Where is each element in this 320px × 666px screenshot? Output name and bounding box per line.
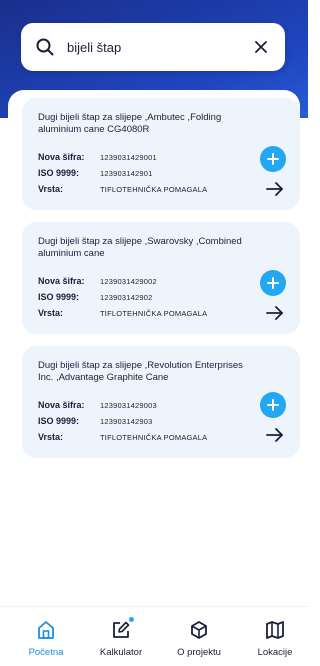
type-label: Vrsta: xyxy=(38,432,64,442)
cube-icon xyxy=(188,619,210,641)
iso-row: ISO 9999: 123903142902 xyxy=(38,292,152,302)
tab-label: Lokacije xyxy=(257,647,293,658)
iso-value: 123903142901 xyxy=(100,168,153,178)
iso-label: ISO 9999: xyxy=(38,416,80,426)
new-code-row: Nova šifra: 1239031429003 xyxy=(38,400,157,410)
result-card[interactable]: Dugi bijeli štap za slijepe ,Revolution … xyxy=(22,346,300,458)
home-icon xyxy=(35,619,57,641)
type-label: Vrsta: xyxy=(38,184,64,194)
tab-kalkulator[interactable]: Kalkulator xyxy=(86,607,156,666)
result-card[interactable]: Dugi bijeli štap za slijepe ,Swarovsky ,… xyxy=(22,222,300,334)
arrow-right-icon xyxy=(266,428,283,442)
result-title: Dugi bijeli štap za slijepe ,Revolution … xyxy=(38,360,243,383)
type-value: TIFLOTEHNIČKA POMAGALA xyxy=(100,184,208,194)
add-button[interactable] xyxy=(260,146,286,172)
bottom-tab-bar: Početna Kalkulator O projektu Lokacije xyxy=(0,606,308,666)
edit-icon xyxy=(110,617,134,641)
tab-lokacije[interactable]: Lokacije xyxy=(240,607,310,666)
type-row: Vrsta: TIFLOTEHNIČKA POMAGALA xyxy=(38,308,207,318)
new-code-row: Nova šifra: 1239031429001 xyxy=(38,152,157,162)
search-icon xyxy=(35,37,55,57)
iso-row: ISO 9999: 123903142903 xyxy=(38,416,152,426)
plus-icon xyxy=(267,277,279,289)
type-row: Vrsta: TIFLOTEHNIČKA POMAGALA xyxy=(38,184,207,194)
search-bar[interactable] xyxy=(21,23,285,71)
notification-dot xyxy=(129,617,134,622)
new-code-label: Nova šifra: xyxy=(38,400,85,410)
new-code-label: Nova šifra: xyxy=(38,276,85,286)
new-code-row: Nova šifra: 1239031429002 xyxy=(38,276,157,286)
plus-icon xyxy=(267,153,279,165)
iso-value: 123903142902 xyxy=(100,292,153,302)
type-row: Vrsta: TIFLOTEHNIČKA POMAGALA xyxy=(38,432,207,442)
result-card[interactable]: Dugi bijeli štap za slijepe ,Ambutec ,Fo… xyxy=(22,98,300,210)
iso-label: ISO 9999: xyxy=(38,168,80,178)
close-icon[interactable] xyxy=(251,37,271,57)
new-code-value: 1239031429003 xyxy=(100,400,157,410)
add-button[interactable] xyxy=(260,392,286,418)
new-code-value: 1239031429001 xyxy=(100,152,157,162)
arrow-right-icon xyxy=(266,306,283,320)
result-title: Dugi bijeli štap za slijepe ,Ambutec ,Fo… xyxy=(38,112,222,135)
iso-value: 123903142903 xyxy=(100,416,153,426)
arrow-right-icon xyxy=(266,182,283,196)
details-button[interactable] xyxy=(264,426,286,444)
details-button[interactable] xyxy=(264,180,286,198)
type-label: Vrsta: xyxy=(38,308,64,318)
type-value: TIFLOTEHNIČKA POMAGALA xyxy=(100,432,208,442)
new-code-label: Nova šifra: xyxy=(38,152,85,162)
iso-label: ISO 9999: xyxy=(38,292,80,302)
tab-label: Kalkulator xyxy=(99,647,143,658)
iso-row: ISO 9999: 123903142901 xyxy=(38,168,152,178)
tab-label: Početna xyxy=(28,647,64,658)
map-icon xyxy=(264,619,286,641)
new-code-value: 1239031429002 xyxy=(100,276,157,286)
type-value: TIFLOTEHNIČKA POMAGALA xyxy=(100,308,208,318)
search-input[interactable] xyxy=(67,35,251,59)
add-button[interactable] xyxy=(260,270,286,296)
plus-icon xyxy=(267,399,279,411)
tab-pocetna[interactable]: Početna xyxy=(11,607,81,666)
tab-label: O projektu xyxy=(177,647,221,658)
tab-o-projektu[interactable]: O projektu xyxy=(164,607,234,666)
details-button[interactable] xyxy=(264,304,286,322)
result-title: Dugi bijeli štap za slijepe ,Swarovsky ,… xyxy=(38,236,242,259)
